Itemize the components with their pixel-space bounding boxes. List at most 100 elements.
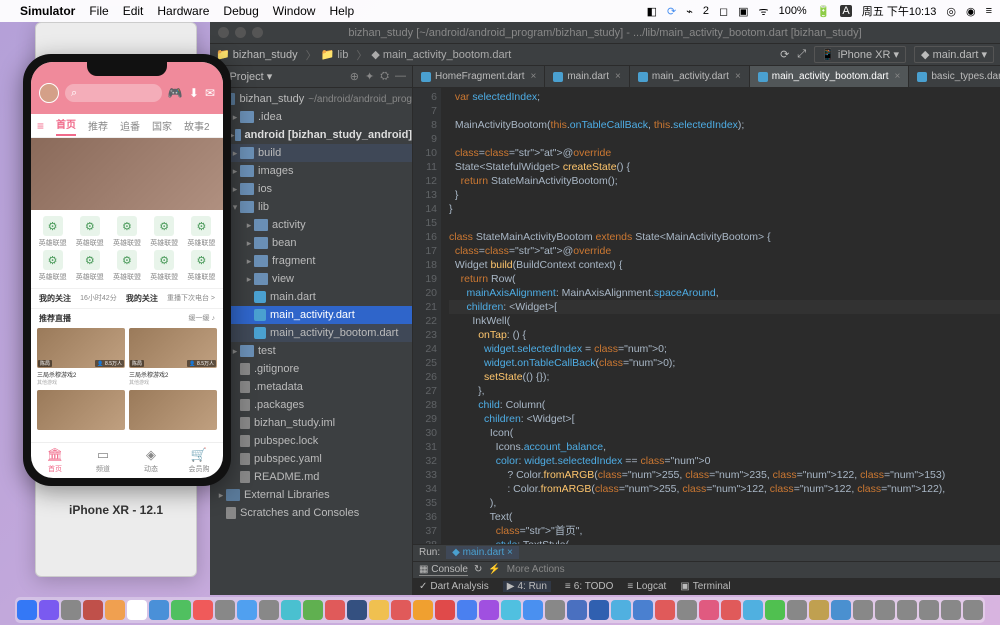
dock-app-icon[interactable]	[83, 600, 103, 620]
menu-app[interactable]: Simulator	[20, 4, 75, 18]
dock-app-icon[interactable]	[787, 600, 807, 620]
tree-node[interactable]: ▸view	[210, 270, 412, 288]
banner-image[interactable]	[31, 138, 223, 210]
status-terminal[interactable]: ▣ Terminal	[680, 581, 730, 592]
dock-app-icon[interactable]	[39, 600, 59, 620]
dock-app-icon[interactable]	[875, 600, 895, 620]
dock-app-icon[interactable]	[369, 600, 389, 620]
section-link[interactable]: 重播下次电台 >	[167, 293, 215, 304]
sidebar-tool-icon[interactable]: ⊕	[350, 70, 359, 83]
grid-item[interactable]: 英雄联盟	[72, 216, 107, 248]
grid-item[interactable]: 英雄联盟	[72, 250, 107, 282]
tree-node[interactable]: ▾bizhan_study~/android/android_prog	[210, 90, 412, 108]
sidebar-tool-icon[interactable]: —	[395, 70, 406, 83]
dock-app-icon[interactable]	[523, 600, 543, 620]
dock-app-icon[interactable]	[743, 600, 763, 620]
dock-app-icon[interactable]	[413, 600, 433, 620]
tree-node[interactable]: main_activity_bootom.dart	[210, 324, 412, 342]
statusbar-icon[interactable]: ◻	[719, 5, 728, 18]
run-more[interactable]: More Actions	[507, 564, 565, 575]
dock-app-icon[interactable]	[171, 600, 191, 620]
video-card[interactable]: 陈局👤 8.5万人 三局杀穆游戏2其他游戏	[129, 328, 217, 386]
grid-item[interactable]: 英雄联盟	[184, 216, 219, 248]
statusbar-badge[interactable]: 2	[703, 5, 709, 17]
grid-item[interactable]: 英雄联盟	[147, 216, 182, 248]
dock-app-icon[interactable]	[765, 600, 785, 620]
window-min[interactable]	[235, 27, 246, 38]
menu-icon[interactable]: ≡	[37, 119, 44, 133]
bottomnav-item[interactable]: 🛒会员购	[175, 443, 223, 478]
avatar[interactable]	[39, 83, 59, 103]
dock-app-icon[interactable]	[699, 600, 719, 620]
breadcrumb-root[interactable]: 📁 bizhan_study	[216, 48, 298, 61]
dock-app-icon[interactable]	[281, 600, 301, 620]
wifi-icon[interactable]: ᯤ	[759, 4, 769, 19]
grid-item[interactable]: 英雄联盟	[184, 250, 219, 282]
dock-app-icon[interactable]	[435, 600, 455, 620]
tree-node[interactable]: .packages	[210, 396, 412, 414]
tab-item[interactable]: 追番	[120, 118, 140, 133]
tree-node[interactable]: ▸images	[210, 162, 412, 180]
dock-app-icon[interactable]	[677, 600, 697, 620]
statusbar-icon[interactable]: ▣	[738, 5, 748, 18]
siri-icon[interactable]: ◉	[966, 5, 976, 18]
tree-node[interactable]: ▸activity	[210, 216, 412, 234]
dock-app-icon[interactable]	[897, 600, 917, 620]
spotlight-icon[interactable]: ◎	[946, 5, 956, 18]
dock-app-icon[interactable]	[303, 600, 323, 620]
video-card[interactable]	[129, 390, 217, 430]
bottomnav-home[interactable]: 🏛首页	[31, 443, 79, 478]
menu-file[interactable]: File	[89, 4, 108, 18]
dock-app-icon[interactable]	[501, 600, 521, 620]
dock-app-icon[interactable]	[589, 600, 609, 620]
menu-edit[interactable]: Edit	[123, 4, 144, 18]
phone-simulator[interactable]: ⌕ 🎮 ⬇ ✉ ≡ 首页 推荐 追番 国家 故事2 英雄联盟英雄联盟英雄联盟英雄…	[23, 54, 231, 486]
mail-icon[interactable]: ✉	[205, 86, 215, 100]
window-max[interactable]	[252, 27, 263, 38]
game-icon[interactable]: 🎮	[168, 86, 183, 100]
status-todo[interactable]: ≡ 6: TODO	[565, 581, 614, 592]
dock-app-icon[interactable]	[127, 600, 147, 620]
menu-window[interactable]: Window	[273, 4, 316, 18]
notif-icon[interactable]: ≡	[986, 5, 992, 17]
tab-home[interactable]: 首页	[56, 116, 76, 136]
grid-item[interactable]: 英雄联盟	[109, 250, 144, 282]
grid-item[interactable]: 英雄联盟	[147, 250, 182, 282]
bottomnav-item[interactable]: ◈动态	[127, 443, 175, 478]
search-input[interactable]: ⌕	[65, 84, 162, 102]
tab-item[interactable]: 推荐	[88, 118, 108, 133]
dock-app-icon[interactable]	[325, 600, 345, 620]
breadcrumb-file[interactable]: ◆ main_activity_bootom.dart	[371, 48, 511, 61]
run-config-selector[interactable]: ◆ main.dart ▾	[914, 46, 994, 63]
status-dart-analysis[interactable]: ✓ Dart Analysis	[419, 581, 489, 592]
toolbar-icon[interactable]: ⤢	[797, 48, 806, 61]
tab-item[interactable]: 故事2	[184, 118, 210, 133]
download-icon[interactable]: ⬇	[189, 86, 199, 100]
dock-app-icon[interactable]	[61, 600, 81, 620]
tree-node[interactable]: ▸.idea	[210, 108, 412, 126]
tree-node[interactable]: README.md	[210, 468, 412, 486]
tree-node[interactable]: ▾lib	[210, 198, 412, 216]
dock-app-icon[interactable]	[611, 600, 631, 620]
tree-node[interactable]: main_activity.dart	[210, 306, 412, 324]
dock-app-icon[interactable]	[17, 600, 37, 620]
dock-app-icon[interactable]	[457, 600, 477, 620]
breadcrumb-folder[interactable]: 📁 lib	[321, 48, 349, 61]
statusbar-icon[interactable]: ⌁	[686, 5, 693, 18]
dock-app-icon[interactable]	[853, 600, 873, 620]
app-content[interactable]: 英雄联盟英雄联盟英雄联盟英雄联盟英雄联盟英雄联盟英雄联盟英雄联盟英雄联盟英雄联盟…	[31, 138, 223, 442]
menu-help[interactable]: Help	[329, 4, 354, 18]
editor-tab[interactable]: HomeFragment.dart×	[413, 66, 545, 87]
menu-hardware[interactable]: Hardware	[157, 4, 209, 18]
device-selector[interactable]: 📱 iPhone XR ▾	[814, 46, 906, 63]
dock-app-icon[interactable]	[391, 600, 411, 620]
statusbar-icon[interactable]: ⟳	[667, 5, 676, 18]
dock-app-icon[interactable]	[237, 600, 257, 620]
clock[interactable]: 周五 下午10:13	[862, 3, 937, 19]
editor-tab[interactable]: main_activity_bootom.dart×	[750, 66, 910, 87]
section-link[interactable]: 缓一缓 ♪	[189, 313, 215, 324]
dock-app-icon[interactable]	[941, 600, 961, 620]
dock-app-icon[interactable]	[963, 600, 983, 620]
tree-node[interactable]: Scratches and Consoles	[210, 504, 412, 522]
tab-item[interactable]: 国家	[152, 118, 172, 133]
